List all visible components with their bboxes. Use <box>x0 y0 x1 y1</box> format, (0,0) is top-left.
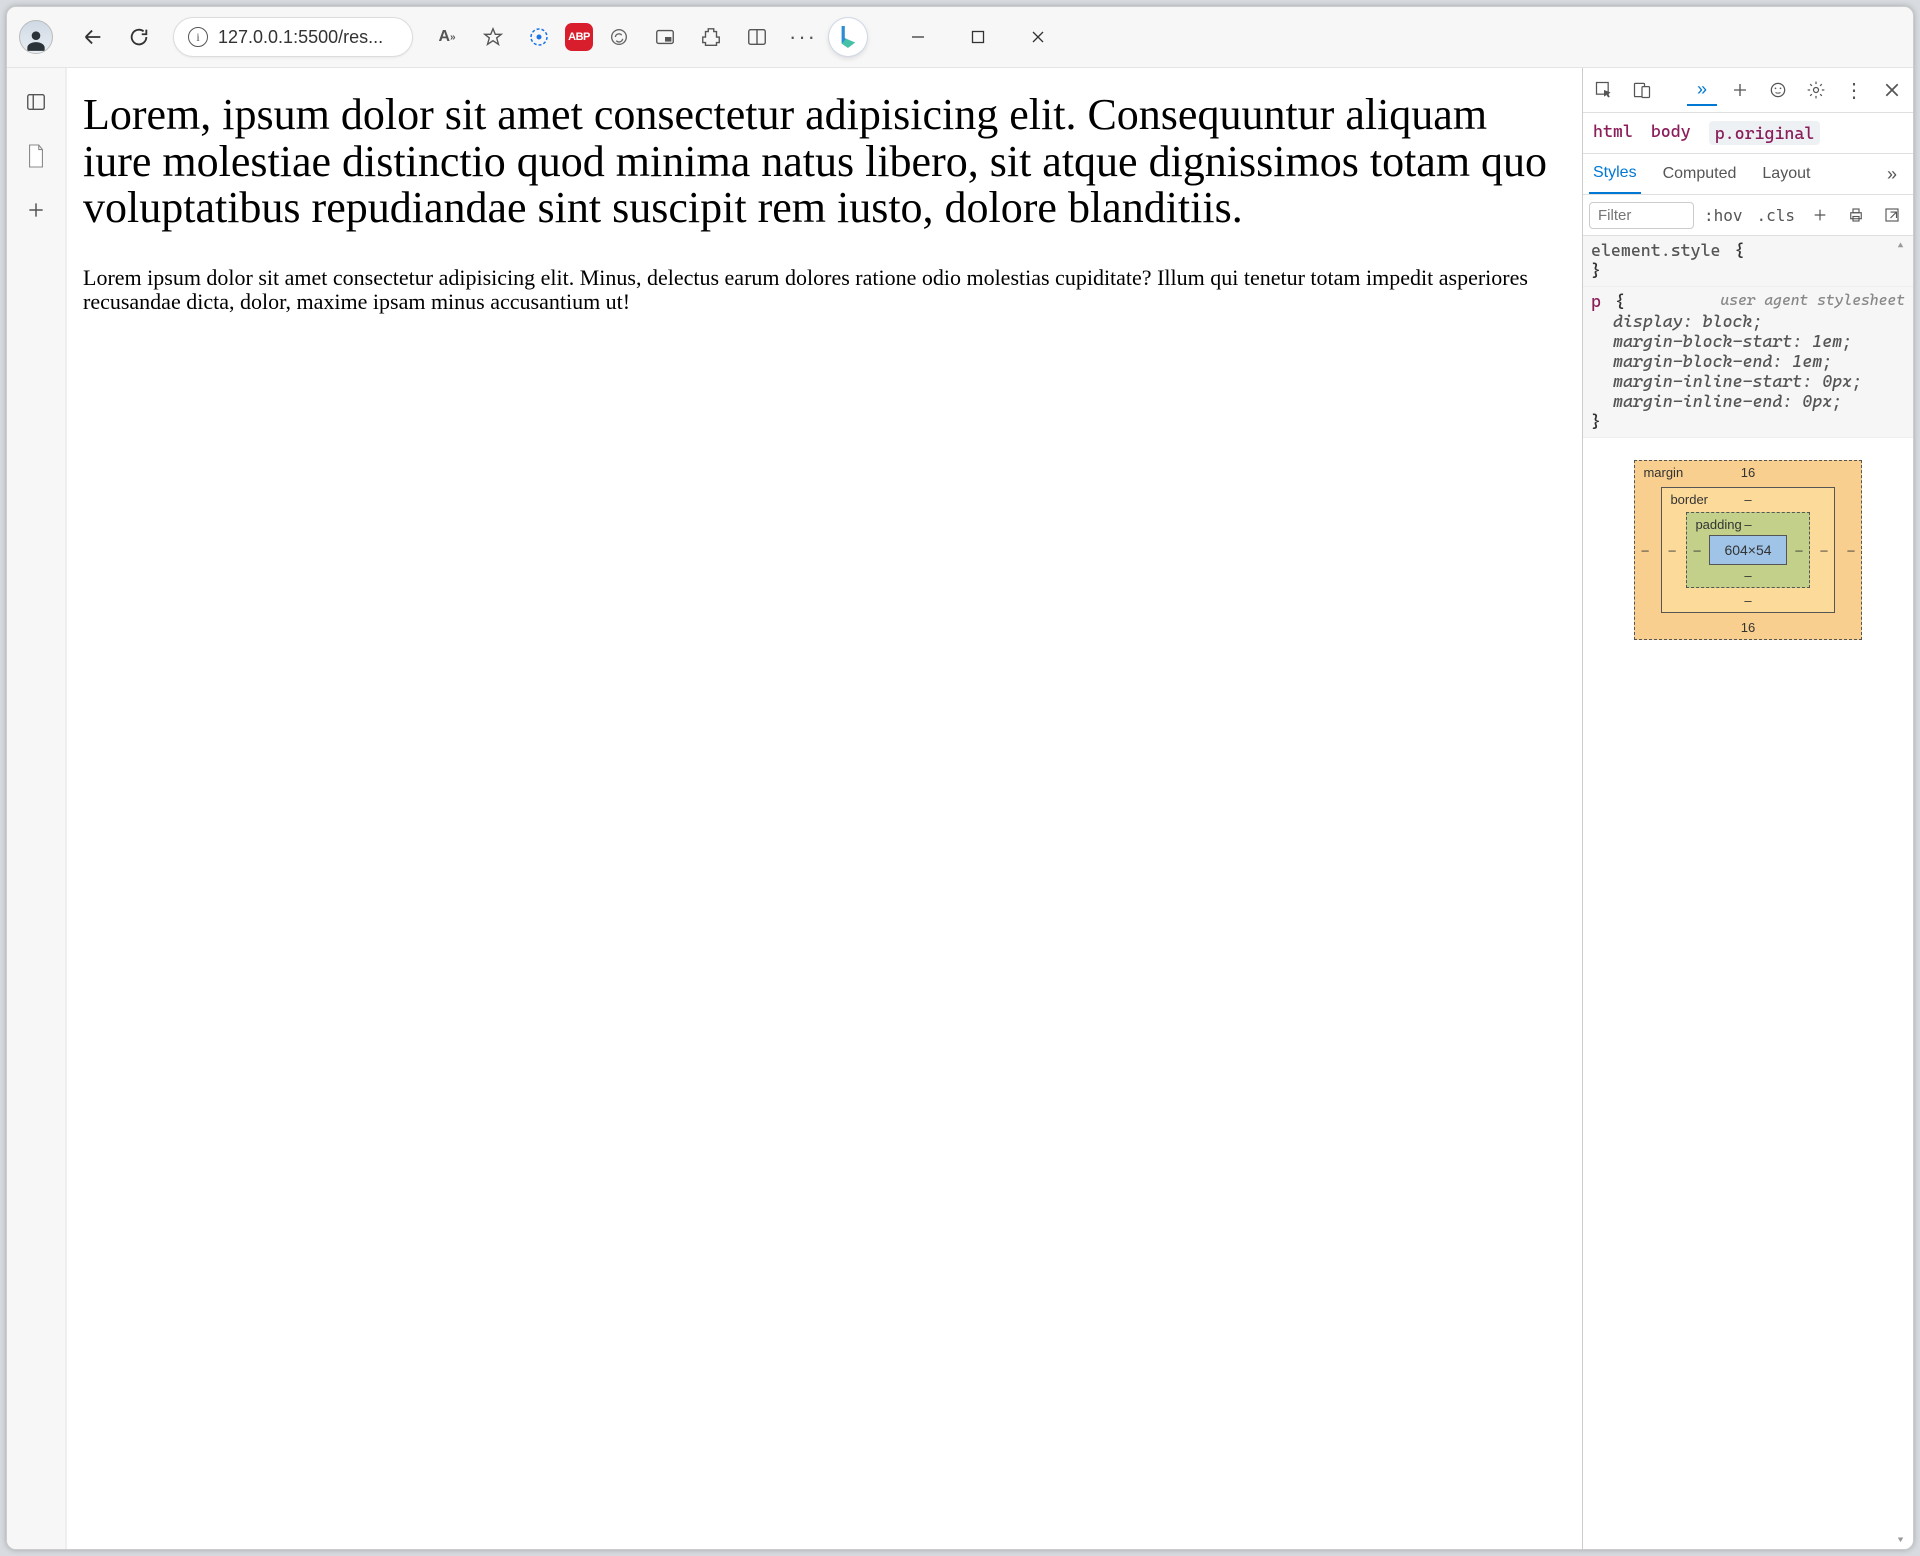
devtools-tab-layout[interactable]: Layout <box>1758 154 1814 194</box>
devtools-more-tabs-button[interactable]: » <box>1687 74 1717 106</box>
browser-toolbar: i 127.0.0.1:5500/res... A» ABP ··· <box>7 7 1913 68</box>
device-emulation-button[interactable] <box>1627 75 1657 105</box>
profile-avatar[interactable] <box>19 20 53 54</box>
devtools-settings-button[interactable] <box>1801 75 1831 105</box>
page-viewport: Lorem, ipsum dolor sit amet consectetur … <box>66 68 1582 1549</box>
extensions-button[interactable] <box>691 17 731 57</box>
breadcrumb-item[interactable]: p.original <box>1709 121 1821 145</box>
styles-filter-input[interactable] <box>1589 202 1694 229</box>
minimize-button[interactable] <box>903 22 933 52</box>
vertical-tab-page[interactable] <box>18 138 54 174</box>
page-paragraph: Lorem ipsum dolor sit amet consectetur a… <box>83 266 1566 314</box>
split-screen-button[interactable] <box>737 17 777 57</box>
user-agent-rule[interactable]: user agent stylesheet p { display: block… <box>1583 287 1913 438</box>
adblock-icon[interactable]: ABP <box>565 23 593 51</box>
scroll-down-icon[interactable]: ▾ <box>1897 1533 1911 1547</box>
element-breadcrumbs[interactable]: html body p.original <box>1583 113 1913 154</box>
style-source: user agent stylesheet <box>1720 291 1905 309</box>
vertical-tab-rail <box>7 68 66 1549</box>
site-info-icon[interactable]: i <box>188 27 208 47</box>
styles-filter-row: :hov .cls <box>1583 195 1913 236</box>
tracking-prevention-icon[interactable] <box>519 17 559 57</box>
address-bar[interactable]: i 127.0.0.1:5500/res... <box>173 17 413 57</box>
breadcrumb-item[interactable]: body <box>1651 121 1691 145</box>
browser-window: i 127.0.0.1:5500/res... A» ABP ··· <box>6 6 1914 1550</box>
devtools-tab-computed[interactable]: Computed <box>1659 154 1741 194</box>
css-declaration[interactable]: margin-inline-end: 0px; <box>1591 391 1905 411</box>
hov-toggle[interactable]: :hov <box>1700 204 1747 227</box>
cls-toggle[interactable]: .cls <box>1752 204 1799 227</box>
scroll-up-icon[interactable]: ▴ <box>1897 238 1911 252</box>
read-aloud-button[interactable]: A» <box>427 17 467 57</box>
element-style-rule[interactable]: element.style { } <box>1583 236 1913 287</box>
breadcrumb-item[interactable]: html <box>1593 121 1633 145</box>
css-declaration[interactable]: margin-block-end: 1em; <box>1591 351 1905 371</box>
page-heading: Lorem, ipsum dolor sit amet consectetur … <box>83 92 1566 232</box>
tab-actions-button[interactable] <box>18 84 54 120</box>
devtools-new-tab-button[interactable] <box>1725 75 1755 105</box>
new-tab-button[interactable] <box>18 192 54 228</box>
css-declaration[interactable]: margin-block-start: 1em; <box>1591 331 1905 351</box>
close-window-button[interactable] <box>1023 22 1053 52</box>
maximize-button[interactable] <box>963 22 993 52</box>
styles-pane: ▴ element.style { } user agent styleshee… <box>1583 236 1913 1549</box>
devtools-tabs-overflow-button[interactable]: » <box>1877 159 1907 189</box>
css-declaration[interactable]: margin-inline-start: 0px; <box>1591 371 1905 391</box>
devtools-close-button[interactable] <box>1877 75 1907 105</box>
sync-icon[interactable] <box>599 17 639 57</box>
refresh-button[interactable] <box>119 17 159 57</box>
inspect-element-button[interactable] <box>1589 75 1619 105</box>
more-button[interactable]: ··· <box>783 17 823 57</box>
window-controls <box>903 22 1053 52</box>
devtools-tab-styles[interactable]: Styles <box>1589 154 1641 194</box>
devtools-menu-button[interactable]: ⋮ <box>1839 75 1869 105</box>
css-declaration[interactable]: display: block; <box>1591 311 1905 331</box>
url-text: 127.0.0.1:5500/res... <box>218 27 383 48</box>
back-button[interactable] <box>73 17 113 57</box>
print-styles-button[interactable] <box>1841 200 1871 230</box>
export-styles-button[interactable] <box>1877 200 1907 230</box>
favorite-button[interactable] <box>473 17 513 57</box>
devtools-feedback-button[interactable] <box>1763 75 1793 105</box>
bing-chat-button[interactable] <box>829 18 867 56</box>
pip-icon[interactable] <box>645 17 685 57</box>
box-model-diagram[interactable]: margin 16 16 – – border – – – – paddin <box>1583 438 1913 662</box>
new-style-rule-button[interactable] <box>1805 200 1835 230</box>
devtools-panel: » ⋮ html body p.original Styles Computed <box>1582 68 1913 1549</box>
devtools-toolbar: » ⋮ <box>1583 68 1913 113</box>
box-model-content: 604×54 <box>1709 535 1786 565</box>
devtools-sidepanel-tabs: Styles Computed Layout » <box>1583 154 1913 195</box>
